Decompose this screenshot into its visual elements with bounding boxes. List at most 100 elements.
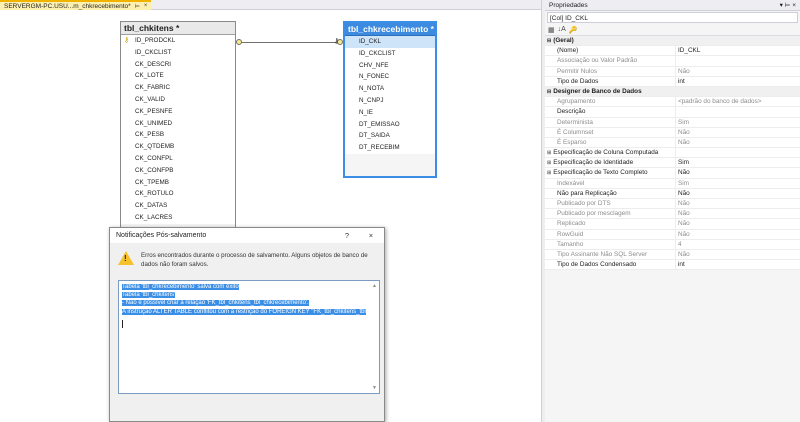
table-column-row[interactable]: ⚷ ID_CKL xyxy=(334,36,435,48)
categorized-icon[interactable]: ▦ xyxy=(548,26,555,34)
pin-icon[interactable]: ⊨ xyxy=(135,3,140,10)
property-row[interactable]: (Nome) ID_CKL xyxy=(545,46,800,57)
table-column-row[interactable]: CK_CONFPL xyxy=(135,153,235,165)
property-category[interactable]: ⊟ Designer de Banco de Dados xyxy=(545,86,800,98)
expand-icon[interactable]: ⊞ xyxy=(547,170,551,176)
table-column-row[interactable]: N_NOTA xyxy=(359,83,435,95)
property-row[interactable]: Publicado por DTS Não xyxy=(545,199,800,210)
property-pages-icon[interactable]: 🔑 xyxy=(569,26,578,34)
table-column-row[interactable]: ID_CKCLIST xyxy=(359,48,435,60)
table-column-row[interactable]: ⚷ ID_PRODCKL xyxy=(124,35,235,47)
property-value[interactable] xyxy=(675,148,800,158)
relationship-line[interactable] xyxy=(240,42,342,43)
pane-controls-icon[interactable]: ▾ ⊨ × xyxy=(780,0,796,10)
table-column-row[interactable]: CK_CONFPB xyxy=(135,165,235,177)
property-row[interactable]: RowGuid Não xyxy=(545,229,800,240)
property-value[interactable]: Sim xyxy=(675,117,800,127)
table-column-row[interactable]: CK_QTDEMB xyxy=(135,141,235,153)
column-name: DT_SAIDA xyxy=(359,132,390,140)
table-column-row[interactable]: CK_LOTE xyxy=(135,70,235,82)
property-row[interactable]: Determinista Sim xyxy=(545,117,800,128)
property-row[interactable]: ⊞ Especificação de Coluna Computada xyxy=(545,148,800,159)
property-value[interactable]: int xyxy=(675,260,800,270)
property-value[interactable]: Não xyxy=(675,199,800,209)
property-value[interactable] xyxy=(675,56,800,66)
property-value[interactable]: ID_CKL xyxy=(675,46,800,56)
property-name: ⊞ Especificação de Texto Completo xyxy=(545,168,675,177)
property-row[interactable]: Tipo de Dados Condensado int xyxy=(545,260,800,271)
property-row[interactable]: Tipo de Dados int xyxy=(545,76,800,87)
output-scrollbar[interactable]: ▲ ▼ xyxy=(371,282,378,392)
property-value[interactable] xyxy=(675,107,800,117)
table-column-row[interactable]: DT_EMISSAO xyxy=(359,119,435,131)
property-value[interactable]: int xyxy=(675,76,800,86)
property-row[interactable]: Tamanho 4 xyxy=(545,239,800,250)
property-row[interactable]: Indexável Sim xyxy=(545,178,800,189)
property-value[interactable]: Não xyxy=(675,229,800,239)
table-column-row[interactable]: CK_ROTULO xyxy=(135,188,235,200)
column-name: CK_LACRES xyxy=(135,213,173,221)
property-row[interactable]: Tipo Assinante Não SQL Server Não xyxy=(545,249,800,261)
property-category[interactable]: ⊟ (Geral) xyxy=(545,36,800,47)
collapse-icon[interactable]: ⊟ xyxy=(547,38,551,44)
property-row[interactable]: Não para Replicação Não xyxy=(545,188,800,199)
help-button[interactable]: ? xyxy=(340,228,354,243)
property-value[interactable]: 4 xyxy=(675,239,800,249)
diagram-canvas[interactable]: tbl_chkitens * ⚷ ID_PRODCKL ID_CKCLIST CK_D… xyxy=(0,11,541,422)
property-value[interactable]: Não xyxy=(675,127,800,137)
expand-icon[interactable]: ⊞ xyxy=(547,160,551,166)
table-column-row[interactable]: CK_UNIMED xyxy=(135,118,235,130)
property-row[interactable]: Replicado Não xyxy=(545,219,800,230)
collapse-icon[interactable]: ⊟ xyxy=(547,89,551,95)
property-value[interactable]: Sim xyxy=(675,158,800,168)
property-value[interactable]: Sim xyxy=(675,178,800,188)
table-column-row[interactable]: ID_CKCLIST xyxy=(135,47,235,59)
table-column-row[interactable]: DT_RECEBIM xyxy=(359,142,435,154)
table-column-row[interactable]: N_IE xyxy=(359,107,435,119)
document-tab-strip: SERVERGM-PC.USU...m_chkrecebimento* ⊨ × xyxy=(0,0,541,10)
close-tab-icon[interactable]: × xyxy=(144,3,148,9)
column-name: CK_DATAS xyxy=(135,202,168,210)
output-textbox[interactable]: Tabela 'tbl_chkrecebimento' salva com êx… xyxy=(118,280,380,394)
property-value[interactable]: Não xyxy=(675,249,800,260)
table-column-row[interactable]: N_CNPJ xyxy=(359,95,435,107)
property-row[interactable]: É Columnset Não xyxy=(545,127,800,138)
table-column-row[interactable]: CK_FABRIC xyxy=(135,82,235,94)
property-value[interactable]: Não xyxy=(675,137,800,148)
properties-header: Propriedades ▾ ⊨ × xyxy=(545,0,800,11)
property-row[interactable]: Permitir Nulos Não xyxy=(545,66,800,77)
scroll-down-icon[interactable]: ▼ xyxy=(372,384,377,392)
table-column-row[interactable]: N_FONEC xyxy=(359,71,435,83)
property-row[interactable]: É Esparso Não xyxy=(545,137,800,149)
expand-icon[interactable]: ⊞ xyxy=(547,150,551,156)
property-row[interactable]: ⊞ Especificação de Identidade Sim xyxy=(545,158,800,169)
property-row[interactable]: Publicado por mesclagem Não xyxy=(545,209,800,220)
table-column-row[interactable]: CK_PESB xyxy=(135,129,235,141)
table-box-chkrecebimento[interactable]: tbl_chkrecebimento * ⚷ ID_CKL ID_CKCLIST CH… xyxy=(334,21,437,178)
property-row[interactable]: ⊞ Especificação de Texto Completo Não xyxy=(545,168,800,179)
close-button[interactable]: × xyxy=(364,228,378,243)
object-selector[interactable]: [Col] ID_CKL xyxy=(547,12,798,23)
alphabetical-icon[interactable]: ↓A xyxy=(558,26,566,33)
column-name: CK_VALID xyxy=(135,95,165,103)
property-value[interactable]: Não xyxy=(675,66,800,76)
table-column-row[interactable]: CK_DESCRI xyxy=(135,59,235,71)
property-value[interactable]: Não xyxy=(675,219,800,229)
property-value[interactable]: Não xyxy=(675,168,800,178)
property-value[interactable]: Não xyxy=(675,209,800,219)
table-column-row[interactable]: CHV_NFE xyxy=(359,60,435,72)
table-column-row[interactable]: CK_DATAS xyxy=(135,200,235,212)
table-column-row[interactable]: CK_TPEMB xyxy=(135,177,235,189)
table-box-chkitens[interactable]: tbl_chkitens * ⚷ ID_PRODCKL ID_CKCLIST CK_D… xyxy=(120,21,236,241)
property-row[interactable]: Agrupamento <padrão do banco de dados> xyxy=(545,97,800,108)
property-value[interactable]: Não xyxy=(675,188,800,198)
table-column-row[interactable]: CK_PESNFE xyxy=(135,106,235,118)
property-value[interactable]: <padrão do banco de dados> xyxy=(675,97,800,107)
scroll-up-icon[interactable]: ▲ xyxy=(372,282,377,290)
property-row[interactable]: Descrição xyxy=(545,107,800,118)
table-column-row[interactable]: CK_VALID xyxy=(135,94,235,106)
document-tab[interactable]: SERVERGM-PC.USU...m_chkrecebimento* ⊨ × xyxy=(0,0,152,10)
table-column-row[interactable]: CK_LACRES xyxy=(135,212,235,224)
table-column-row[interactable]: DT_SAIDA xyxy=(359,130,435,142)
property-row[interactable]: Associação ou Valor Padrão xyxy=(545,56,800,67)
